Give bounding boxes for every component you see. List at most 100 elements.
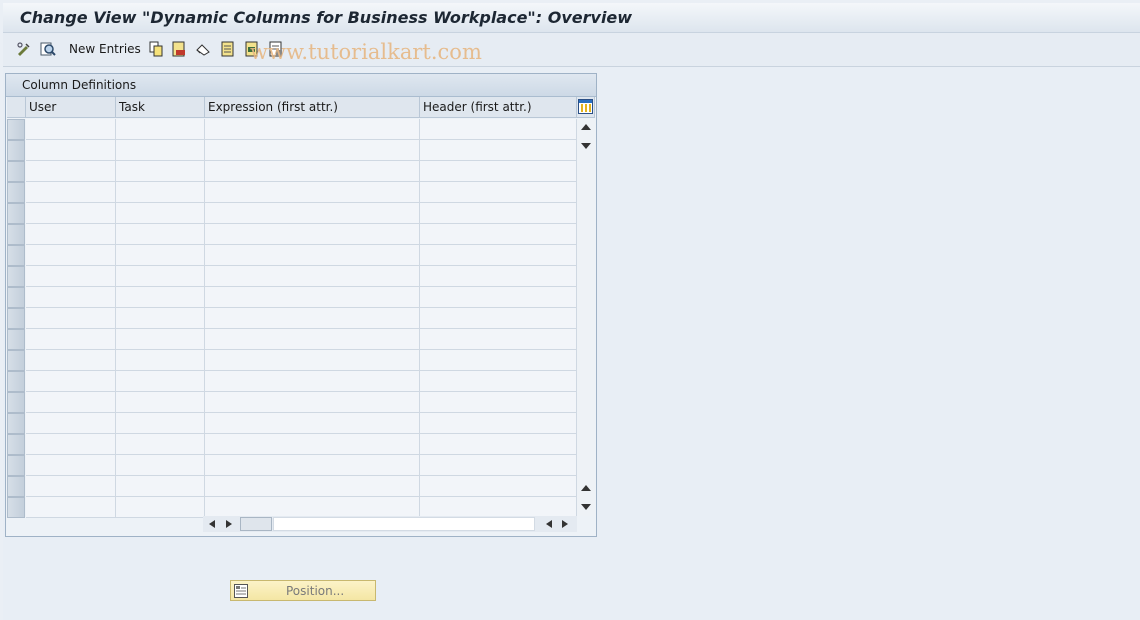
table-cell[interactable] [420, 434, 577, 455]
table-cell[interactable] [205, 224, 420, 245]
table-cell[interactable] [116, 182, 205, 203]
table-cell[interactable] [26, 392, 116, 413]
table-cell[interactable] [205, 329, 420, 350]
table-cell[interactable] [26, 308, 116, 329]
table-cell[interactable] [116, 245, 205, 266]
scroll-right-icon[interactable] [226, 520, 232, 528]
table-cell[interactable] [26, 476, 116, 497]
table-cell[interactable] [116, 224, 205, 245]
scroll-up-icon[interactable] [581, 124, 591, 130]
table-cell[interactable] [420, 266, 577, 287]
scroll-left-icon[interactable] [209, 520, 215, 528]
scroll-thumb[interactable] [240, 517, 272, 531]
table-cell[interactable] [116, 266, 205, 287]
row-selector[interactable] [7, 161, 25, 182]
table-cell[interactable] [116, 413, 205, 434]
undo-icon[interactable] [195, 41, 211, 57]
table-cell[interactable] [116, 308, 205, 329]
select-all-rows-corner[interactable] [7, 97, 26, 118]
table-cell[interactable] [420, 350, 577, 371]
table-cell[interactable] [205, 182, 420, 203]
page-up-icon[interactable] [581, 485, 591, 491]
table-cell[interactable] [116, 476, 205, 497]
table-cell[interactable] [26, 224, 116, 245]
column-header-task[interactable]: Task [116, 97, 205, 118]
table-cell[interactable] [205, 287, 420, 308]
new-entries-button[interactable]: New Entries [69, 42, 141, 56]
table-cell[interactable] [420, 476, 577, 497]
table-cell[interactable] [116, 140, 205, 161]
table-cell[interactable] [26, 161, 116, 182]
table-cell[interactable] [205, 119, 420, 140]
table-cell[interactable] [26, 413, 116, 434]
table-cell[interactable] [420, 182, 577, 203]
table-cell[interactable] [26, 434, 116, 455]
table-cell[interactable] [116, 329, 205, 350]
table-cell[interactable] [26, 245, 116, 266]
table-cell[interactable] [205, 392, 420, 413]
table-cell[interactable] [26, 203, 116, 224]
table-cell[interactable] [420, 287, 577, 308]
table-cell[interactable] [420, 119, 577, 140]
row-selector[interactable] [7, 224, 25, 245]
table-cell[interactable] [205, 455, 420, 476]
table-cell[interactable] [26, 119, 116, 140]
table-cell[interactable] [205, 161, 420, 182]
table-cell[interactable] [420, 392, 577, 413]
table-cell[interactable] [205, 413, 420, 434]
table-cell[interactable] [116, 455, 205, 476]
horizontal-scrollbar-end[interactable] [539, 516, 577, 532]
table-cell[interactable] [26, 140, 116, 161]
row-selector[interactable] [7, 476, 25, 497]
table-cell[interactable] [420, 203, 577, 224]
table-cell[interactable] [116, 350, 205, 371]
table-cell[interactable] [26, 350, 116, 371]
table-cell[interactable] [205, 476, 420, 497]
table-cell[interactable] [26, 266, 116, 287]
delete-icon[interactable] [171, 41, 187, 57]
find-icon[interactable] [40, 41, 56, 57]
table-cell[interactable] [116, 434, 205, 455]
column-header-header[interactable]: Header (first attr.) [420, 97, 577, 118]
row-selector[interactable] [7, 140, 25, 161]
copy-icon[interactable] [148, 41, 164, 57]
table-cell[interactable] [116, 161, 205, 182]
column-header-user[interactable]: User [26, 97, 116, 118]
position-button[interactable]: Position... [230, 580, 376, 601]
row-selector[interactable] [7, 434, 25, 455]
table-settings-button[interactable] [577, 97, 595, 118]
table-cell[interactable] [420, 308, 577, 329]
table-cell[interactable] [420, 497, 577, 518]
table-cell[interactable] [205, 371, 420, 392]
table-cell[interactable] [26, 287, 116, 308]
table-cell[interactable] [116, 371, 205, 392]
row-selector[interactable] [7, 203, 25, 224]
table-cell[interactable] [420, 329, 577, 350]
row-selector[interactable] [7, 455, 25, 476]
table-cell[interactable] [26, 182, 116, 203]
scroll-track[interactable] [273, 517, 535, 531]
row-selector[interactable] [7, 392, 25, 413]
table-cell[interactable] [205, 266, 420, 287]
table-cell[interactable] [116, 203, 205, 224]
table-cell[interactable] [116, 392, 205, 413]
table-cell[interactable] [116, 119, 205, 140]
horizontal-scrollbar[interactable] [203, 516, 577, 532]
vertical-scrollbar[interactable] [577, 119, 595, 516]
display-change-icon[interactable] [16, 41, 32, 57]
column-header-expression[interactable]: Expression (first attr.) [205, 97, 420, 118]
table-cell[interactable] [205, 140, 420, 161]
table-cell[interactable] [420, 245, 577, 266]
row-selector[interactable] [7, 119, 25, 140]
table-cell[interactable] [116, 497, 205, 518]
row-selector[interactable] [7, 371, 25, 392]
table-cell[interactable] [420, 413, 577, 434]
table-cell[interactable] [205, 497, 420, 518]
table-cell[interactable] [420, 455, 577, 476]
table-cell[interactable] [205, 245, 420, 266]
table-cell[interactable] [420, 224, 577, 245]
row-selector[interactable] [7, 329, 25, 350]
row-selector[interactable] [7, 266, 25, 287]
select-all-icon[interactable] [220, 41, 236, 57]
table-cell[interactable] [420, 140, 577, 161]
